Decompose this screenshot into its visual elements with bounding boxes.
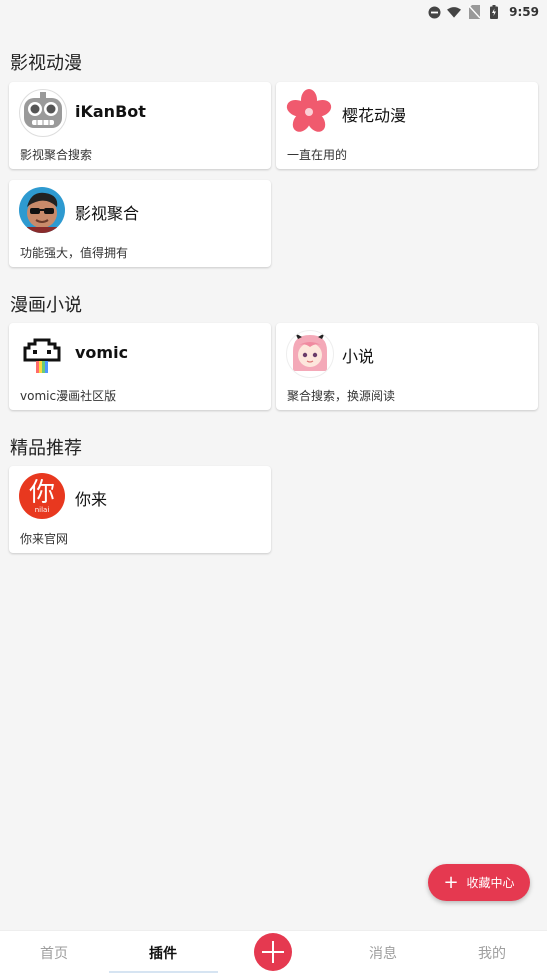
add-icon: [262, 941, 284, 963]
nilai-logo: 你 nilai: [19, 473, 65, 519]
do-not-disturb-icon: [427, 5, 441, 19]
favorites-center-button[interactable]: + 收藏中心: [428, 864, 530, 901]
plus-icon: +: [443, 871, 459, 893]
card-name: 樱花动漫: [342, 106, 407, 125]
card-description: 一直在用的: [287, 148, 348, 162]
robot-icon: [19, 89, 67, 137]
card-name: 你来: [75, 490, 108, 509]
wifi-icon: [447, 5, 462, 19]
pixel-cloud-rainbow-icon: [19, 330, 65, 376]
card-description: 聚合搜索，换源阅读: [287, 389, 396, 403]
section-title-recommended: 精品推荐: [10, 438, 82, 459]
nav-home[interactable]: 首页: [40, 943, 68, 963]
logo-text: 你: [28, 478, 55, 508]
status-bar: 9:59: [0, 0, 547, 24]
add-circle-button[interactable]: [254, 933, 292, 971]
battery-charging-icon: [487, 5, 501, 19]
no-sim-icon: [467, 5, 481, 19]
sakura-flower-icon: [286, 89, 332, 135]
anime-girl-avatar: [286, 330, 334, 378]
logo-subtext: nilai: [34, 506, 50, 514]
card-description: 你来官网: [20, 532, 69, 546]
card-description: 功能强大，值得拥有: [20, 246, 129, 260]
card-description: 影视聚合搜索: [20, 148, 93, 162]
plugin-card-vomic[interactable]: vomic vomic漫画社区版: [9, 323, 271, 410]
sunglasses-man-avatar: [19, 187, 65, 233]
section-title-video-anime: 影视动漫: [10, 53, 82, 74]
nav-plugins[interactable]: 插件: [149, 943, 177, 963]
plugin-card-ikanbot[interactable]: iKanBot 影视聚合搜索: [9, 82, 271, 169]
nav-profile[interactable]: 我的: [478, 943, 506, 963]
plugin-card-yingshi-juhe[interactable]: 影视聚合 功能强大，值得拥有: [9, 180, 271, 267]
card-name: 影视聚合: [75, 204, 140, 223]
card-name: 小说: [342, 347, 375, 366]
section-title-comics-novels: 漫画小说: [10, 295, 82, 316]
card-name: iKanBot: [75, 102, 146, 121]
card-description: vomic漫画社区版: [20, 389, 117, 403]
plugin-card-sakura[interactable]: 樱花动漫 一直在用的: [276, 82, 538, 169]
plugin-card-novel[interactable]: 小说 聚合搜索，换源阅读: [276, 323, 538, 410]
plugin-card-nilai[interactable]: 你 nilai 你来 你来官网: [9, 466, 271, 553]
fab-label: 收藏中心: [466, 876, 515, 890]
card-name: vomic: [75, 343, 129, 362]
status-time: 9:59: [509, 5, 539, 19]
nav-messages[interactable]: 消息: [369, 943, 397, 963]
bottom-navigation: 首页 插件 消息 我的: [0, 930, 547, 974]
active-tab-indicator: [109, 971, 218, 973]
